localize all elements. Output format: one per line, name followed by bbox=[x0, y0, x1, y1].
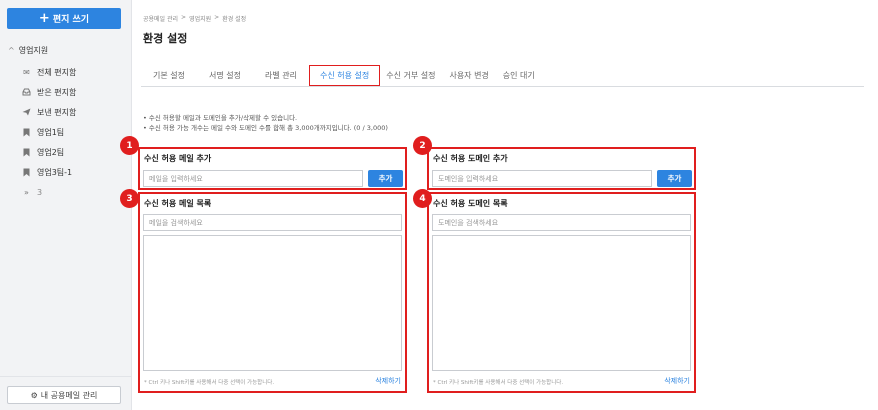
delete-domain-link[interactable]: 삭제하기 bbox=[664, 376, 690, 386]
settings-tabs: 기본 설정 서명 설정 라벨 관리 수신 허용 설정 수신 거부 설정 사용자 … bbox=[141, 65, 864, 87]
folder-item-team1[interactable]: 영업1팀 bbox=[22, 122, 76, 142]
send-icon bbox=[22, 108, 31, 116]
folder-label: 받은 편지함 bbox=[37, 87, 77, 97]
email-list-panel: 수신 허용 메일 목록 메일을 검색하세요 * Ctrl 키나 Shift키를 … bbox=[138, 192, 407, 393]
callout-badge-4: 4 bbox=[413, 189, 432, 208]
notice-item: 수신 허용할 메일과 도메인을 추가/삭제할 수 있습니다. bbox=[143, 113, 388, 123]
bookmark-icon bbox=[22, 128, 31, 137]
folder-label: 영업2팀 bbox=[37, 147, 65, 157]
compose-button[interactable]: + 편지 쓰기 bbox=[7, 8, 121, 29]
folder-label: 보낸 편지함 bbox=[37, 107, 77, 117]
breadcrumb: 공용메일 관리 > 영업지원 > 환경 설정 bbox=[143, 14, 246, 23]
domain-list-panel: 수신 허용 도메인 목록 도메인을 검색하세요 * Ctrl 키나 Shift키… bbox=[427, 192, 696, 393]
add-domain-title: 수신 허용 도메인 추가 bbox=[433, 154, 508, 163]
tab-user-change[interactable]: 사용자 변경 bbox=[445, 65, 498, 86]
domain-list-title: 수신 허용 도메인 목록 bbox=[433, 199, 508, 208]
tab-signature[interactable]: 서명 설정 bbox=[199, 65, 255, 86]
mailbox-group-toggle[interactable]: ^ 영업지원 bbox=[8, 45, 48, 56]
folder-label: 영업1팀 bbox=[37, 127, 65, 137]
tab-basic[interactable]: 기본 설정 bbox=[141, 65, 199, 86]
more-folders-toggle[interactable]: » 3 bbox=[22, 182, 76, 202]
add-domain-panel: 수신 허용 도메인 추가 도메인을 입력하세요 추가 bbox=[427, 147, 696, 190]
callout-badge-1: 1 bbox=[120, 136, 139, 155]
bookmark-icon bbox=[22, 148, 31, 157]
manage-label: 내 공용메일 관리 bbox=[40, 390, 98, 400]
plus-icon: + bbox=[38, 11, 50, 26]
notice-list: 수신 허용할 메일과 도메인을 추가/삭제할 수 있습니다. 수신 허용 가능 … bbox=[143, 113, 388, 133]
email-search-input[interactable]: 메일을 검색하세요 bbox=[143, 214, 402, 231]
folder-label: 영업3팀-1 bbox=[37, 167, 73, 177]
email-input[interactable]: 메일을 입력하세요 bbox=[143, 170, 363, 187]
gear-icon: ⚙ bbox=[30, 390, 38, 400]
delete-email-link[interactable]: 삭제하기 bbox=[375, 376, 401, 386]
email-list-title: 수신 허용 메일 목록 bbox=[144, 199, 212, 208]
double-chevron-down-icon: » bbox=[24, 187, 29, 197]
tab-allow-receive[interactable]: 수신 허용 설정 bbox=[308, 65, 381, 86]
callout-badge-2: 2 bbox=[413, 136, 432, 155]
add-email-button[interactable]: 추가 bbox=[368, 170, 403, 187]
page-title: 환경 설정 bbox=[143, 32, 188, 45]
add-email-title: 수신 허용 메일 추가 bbox=[144, 154, 212, 163]
manage-shared-mail-button[interactable]: ⚙ 내 공용메일 관리 bbox=[7, 386, 121, 404]
folder-list: ✉ 전체 편지함 받은 편지함 보낸 편지함 영업1팀 영업2팀 영업3팀-1 … bbox=[22, 62, 76, 202]
breadcrumb-item[interactable]: 공용메일 관리 bbox=[143, 14, 178, 23]
folder-item-inbox[interactable]: 받은 편지함 bbox=[22, 82, 76, 102]
notice-item: 수신 허용 가능 개수는 메일 수와 도메인 수를 합해 총 3,000개까지입… bbox=[143, 123, 388, 133]
add-email-panel: 수신 허용 메일 추가 메일을 입력하세요 추가 bbox=[138, 147, 407, 190]
domain-search-input[interactable]: 도메인을 검색하세요 bbox=[432, 214, 691, 231]
callout-badge-3: 3 bbox=[120, 189, 139, 208]
domain-listbox[interactable] bbox=[432, 235, 691, 371]
domain-input[interactable]: 도메인을 입력하세요 bbox=[432, 170, 652, 187]
folder-item-sent[interactable]: 보낸 편지함 bbox=[22, 102, 76, 122]
email-listbox[interactable] bbox=[143, 235, 402, 371]
tab-labels[interactable]: 라벨 관리 bbox=[255, 65, 309, 86]
mailbox-group-label: 영업지원 bbox=[18, 46, 49, 55]
multi-select-hint: * Ctrl 키나 Shift키를 사용해서 다중 선택이 가능합니다. bbox=[144, 380, 275, 386]
sidebar: + 편지 쓰기 ^ 영업지원 ✉ 전체 편지함 받은 편지함 보낸 편지함 영업 bbox=[0, 0, 132, 410]
sidebar-divider bbox=[0, 376, 131, 377]
more-count: 3 bbox=[37, 187, 43, 197]
breadcrumb-item[interactable]: 영업지원 bbox=[189, 14, 211, 23]
breadcrumb-separator: > bbox=[214, 14, 220, 21]
folder-item-team2[interactable]: 영업2팀 bbox=[22, 142, 76, 162]
bookmark-icon bbox=[22, 168, 31, 177]
breadcrumb-item: 환경 설정 bbox=[222, 16, 247, 23]
tab-pending-approval[interactable]: 승인 대기 bbox=[499, 65, 545, 86]
compose-label: 편지 쓰기 bbox=[52, 15, 90, 25]
chevron-up-icon: ^ bbox=[8, 46, 15, 55]
folder-item-team3-1[interactable]: 영업3팀-1 bbox=[22, 162, 76, 182]
folder-item-all[interactable]: ✉ 전체 편지함 bbox=[22, 62, 76, 82]
mail-icon: ✉ bbox=[23, 67, 30, 77]
folder-label: 전체 편지함 bbox=[37, 67, 77, 77]
tab-block-receive[interactable]: 수신 거부 설정 bbox=[380, 65, 445, 86]
add-domain-button[interactable]: 추가 bbox=[657, 170, 692, 187]
inbox-icon bbox=[22, 88, 31, 96]
multi-select-hint: * Ctrl 키나 Shift키를 사용해서 다중 선택이 가능합니다. bbox=[433, 380, 564, 386]
breadcrumb-separator: > bbox=[181, 14, 187, 21]
